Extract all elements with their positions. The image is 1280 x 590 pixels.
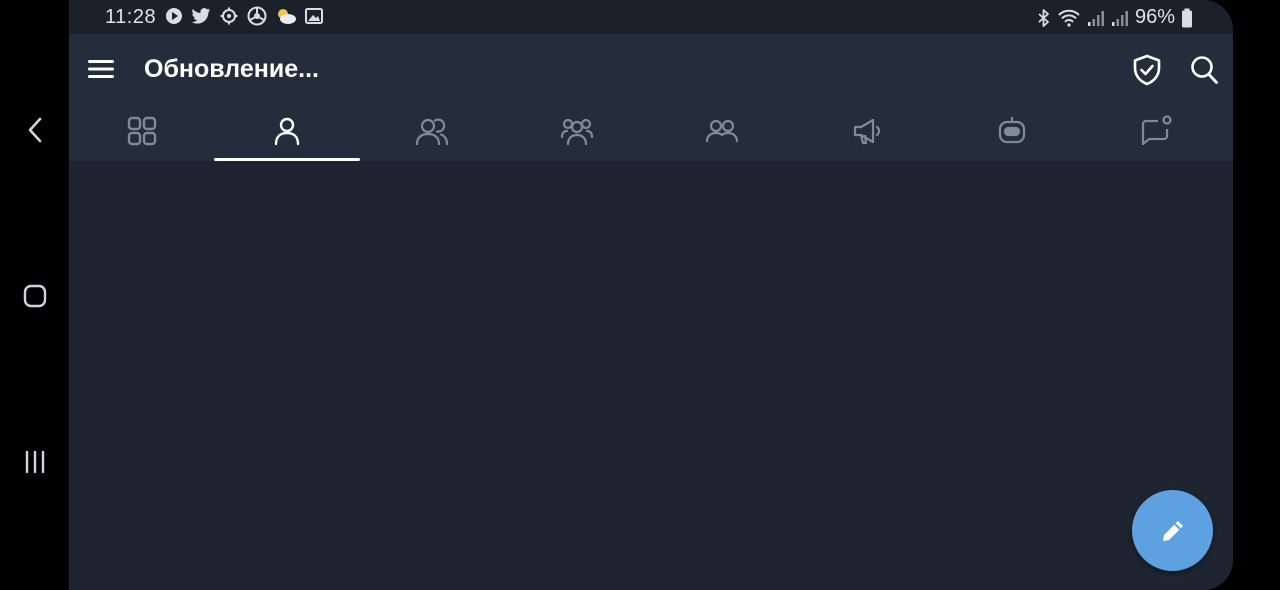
group-two-icon	[415, 118, 448, 145]
user-icon	[274, 117, 299, 145]
shield-check-icon[interactable]	[1132, 54, 1162, 86]
home-icon	[23, 284, 46, 308]
all-chats-icon	[127, 116, 156, 145]
group-three-icon	[560, 118, 593, 145]
group-three-icon	[705, 119, 738, 142]
signal-icon	[1111, 10, 1128, 26]
notification-icons	[165, 6, 323, 26]
wifi-icon	[1058, 9, 1080, 27]
recents-button[interactable]	[0, 442, 69, 482]
status-bar: 11:28 96%	[69, 0, 1233, 34]
status-time: 11:28	[105, 6, 157, 28]
vpn-icon	[247, 6, 267, 26]
channel-icon	[853, 118, 880, 144]
tab-personal[interactable]	[214, 100, 359, 161]
tab-unread[interactable]	[1084, 100, 1229, 161]
new-message-button[interactable]	[1132, 490, 1213, 571]
pencil-icon	[1162, 520, 1183, 541]
home-button[interactable]	[0, 276, 69, 316]
tab-contacts[interactable]	[359, 100, 504, 161]
app-bar: Обновление...	[69, 34, 1233, 161]
twitter-icon	[191, 8, 210, 24]
recents-icon	[25, 450, 44, 474]
folder-tabs	[69, 100, 1233, 161]
bluetooth-icon	[1038, 8, 1049, 27]
play-icon	[166, 8, 182, 24]
battery-icon	[1182, 8, 1192, 27]
menu-icon[interactable]	[87, 56, 115, 82]
tab-groups[interactable]	[504, 100, 649, 161]
page-title: Обновление...	[144, 55, 319, 83]
signal-icon	[1087, 10, 1104, 26]
back-button[interactable]	[0, 110, 69, 150]
tab-all-chats[interactable]	[69, 100, 214, 161]
search-icon[interactable]	[1189, 54, 1219, 86]
chat-list	[69, 161, 1233, 590]
battery-percent: 96%	[1134, 6, 1175, 28]
unread-chat-icon	[1141, 114, 1172, 145]
tab-bots[interactable]	[939, 100, 1084, 161]
bot-icon	[998, 116, 1025, 143]
system-status-icons: 96%	[1037, 6, 1193, 29]
app-screen: 11:28 96% Обновление...	[69, 0, 1233, 590]
settings-icon	[220, 7, 238, 25]
tab-multi-groups[interactable]	[649, 100, 794, 161]
back-icon	[28, 117, 41, 143]
gallery-icon	[305, 8, 323, 24]
weather-icon	[278, 9, 296, 24]
system-nav-bar	[0, 0, 69, 590]
tab-channels[interactable]	[794, 100, 939, 161]
